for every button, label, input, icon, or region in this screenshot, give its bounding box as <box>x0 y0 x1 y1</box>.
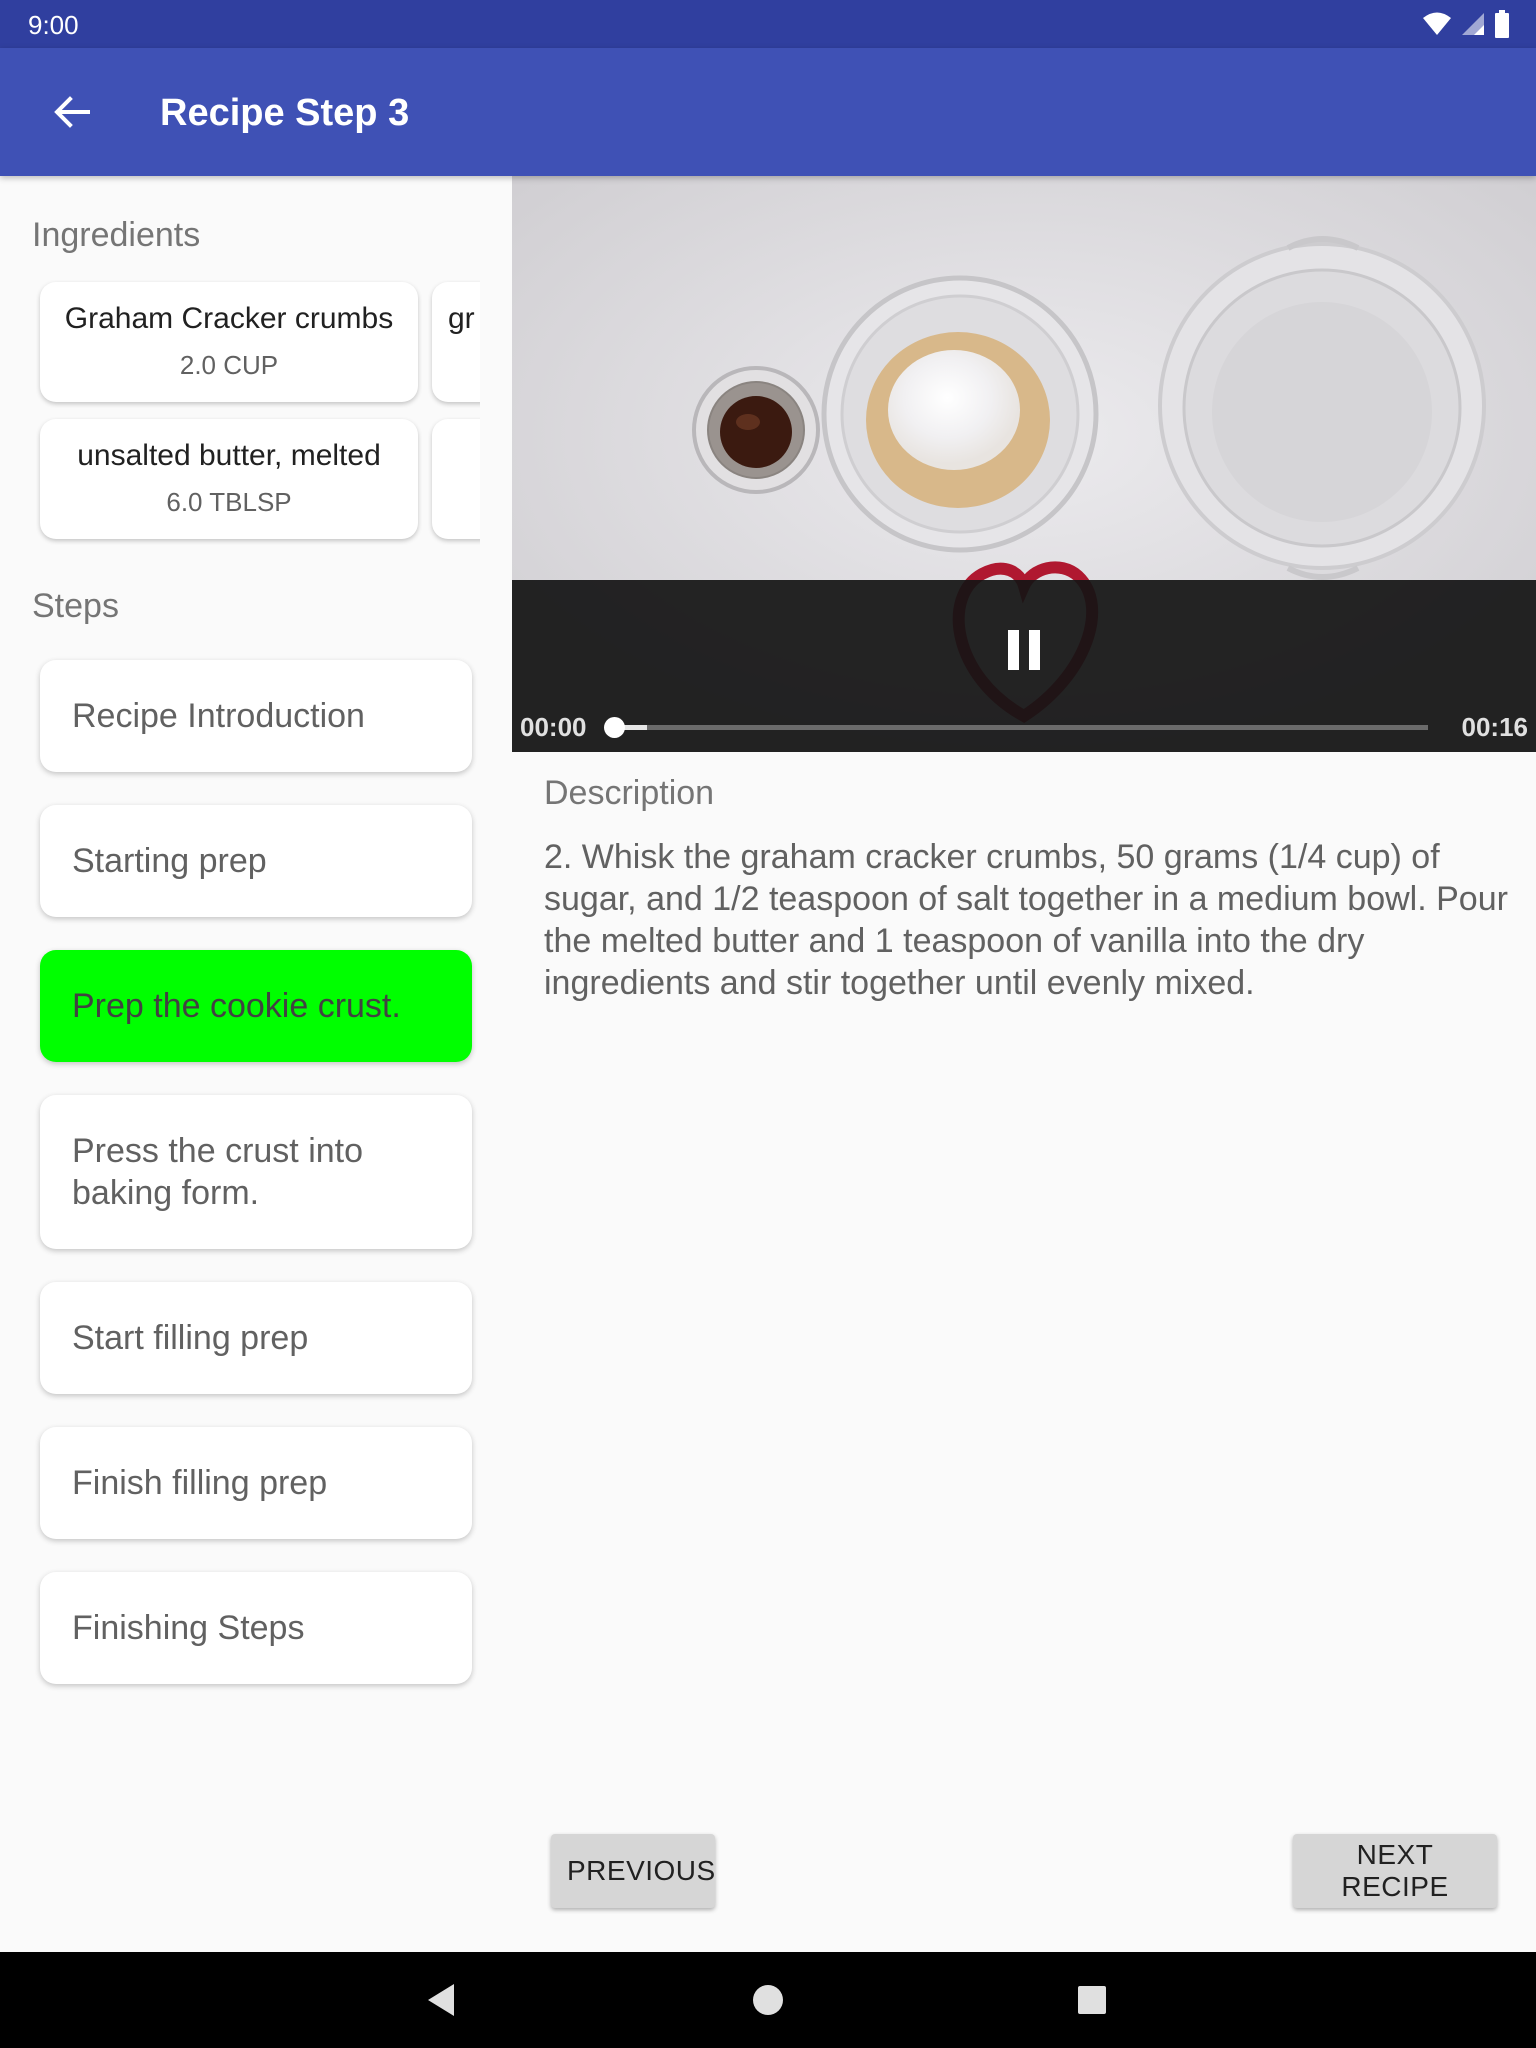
ingredient-card: unsalted butter, melted 6.0 TBLSP <box>40 419 418 539</box>
ingredient-quantity: 2.0 CUP <box>179 350 279 380</box>
step-item[interactable]: Finishing Steps <box>40 1572 472 1684</box>
status-icons <box>1422 10 1510 38</box>
pause-icon[interactable] <box>994 620 1054 680</box>
step-label: Starting prep <box>72 842 267 880</box>
steps-label: Steps <box>32 587 119 625</box>
seek-thumb[interactable] <box>604 717 625 738</box>
step-item[interactable]: Finish filling prep <box>40 1427 472 1539</box>
step-label: Finishing Steps <box>72 1609 305 1647</box>
ingredient-name: unsalted butter, melted <box>77 439 381 472</box>
step-description: 2. Whisk the graham cracker crumbs, 50 g… <box>544 838 1508 1002</box>
step-item[interactable]: Recipe Introduction <box>40 660 472 772</box>
total-time: 00:16 <box>1461 712 1529 742</box>
step-label: Press the crust into baking form. <box>72 1132 364 1212</box>
ingredient-name: gr <box>448 302 475 335</box>
step-item-selected[interactable]: Prep the cookie crust. <box>40 950 472 1062</box>
ingredient-card: gr <box>432 282 480 402</box>
status-time: 9:00 <box>28 10 79 40</box>
current-time: 00:00 <box>520 712 587 742</box>
description-label: Description <box>544 774 715 812</box>
nav-back-icon[interactable] <box>421 1978 465 2022</box>
ingredients-grid[interactable]: Graham Cracker crumbs 2.0 CUP gr unsalte… <box>32 280 480 560</box>
step-label: Start filling prep <box>72 1319 309 1357</box>
ingredients-label: Ingredients <box>32 216 201 254</box>
previous-button[interactable]: PREVIOUS <box>551 1834 715 1908</box>
battery-icon <box>1495 10 1509 38</box>
ingredient-card <box>432 419 480 539</box>
ingredient-quantity: 6.0 TBLSP <box>166 487 292 517</box>
step-label: Recipe Introduction <box>72 697 365 735</box>
wifi-icon <box>1423 12 1451 35</box>
step-label: Finish filling prep <box>72 1464 328 1502</box>
next-recipe-button[interactable]: NEXT RECIPE <box>1293 1834 1497 1908</box>
back-arrow-icon[interactable] <box>50 90 94 134</box>
step-label: Prep the cookie crust. <box>72 987 401 1025</box>
app-bar: Recipe Step 3 <box>0 48 1536 176</box>
video-player[interactable]: 00:00 00:16 <box>512 176 1536 752</box>
step-item[interactable]: Press the crust into baking form. <box>40 1095 472 1249</box>
step-item[interactable]: Start filling prep <box>40 1282 472 1394</box>
nav-home-icon[interactable] <box>746 1978 790 2022</box>
cell-signal-icon <box>1462 13 1484 35</box>
system-nav-bar <box>0 1952 1536 2048</box>
seek-bar[interactable] <box>604 717 1428 738</box>
step-item[interactable]: Starting prep <box>40 805 472 917</box>
player-controls: 00:00 00:16 <box>512 580 1536 752</box>
ingredient-card: Graham Cracker crumbs 2.0 CUP <box>40 282 418 402</box>
nav-recents-icon[interactable] <box>1070 1978 1114 2022</box>
ingredient-name: Graham Cracker crumbs <box>64 302 394 335</box>
recipe-side-panel: Ingredients Graham Cracker crumbs 2.0 CU… <box>0 176 512 1952</box>
status-bar: 9:00 <box>0 0 1536 48</box>
page-title: Recipe Step 3 <box>160 92 410 134</box>
